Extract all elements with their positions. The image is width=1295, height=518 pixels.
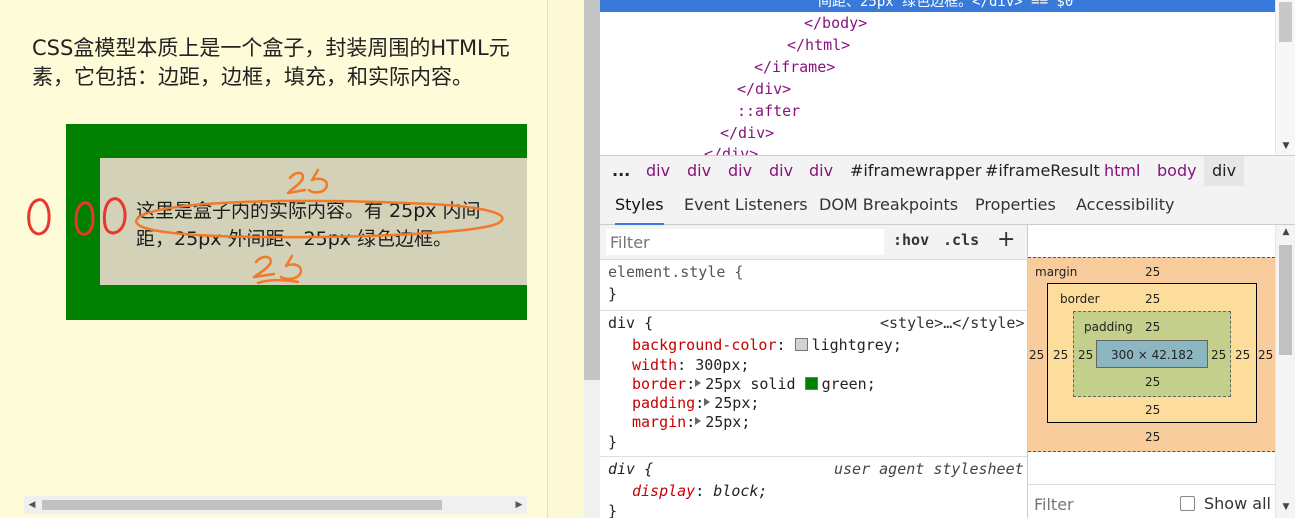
div-style-rule: div { <style>…</style> background-color:… bbox=[600, 311, 1027, 457]
box-content-text: 这里是盒子内的实际内容。有 25px 内间 距，25px 外间距、25px 绿色… bbox=[136, 200, 481, 250]
style-property[interactable]: width: 300px; bbox=[632, 356, 749, 375]
dom-node[interactable]: </html> bbox=[787, 34, 850, 56]
breadcrumb-item[interactable]: html bbox=[1096, 156, 1148, 186]
style-property: display: block; bbox=[632, 482, 768, 500]
devtools-panel: 间距、25px 绿色边框。</div> == $0 </body> </html… bbox=[600, 0, 1295, 518]
hover-state-toggle[interactable]: :hov bbox=[893, 231, 929, 249]
padding-label: padding bbox=[1084, 320, 1133, 334]
rule-source: user agent stylesheet bbox=[834, 460, 1024, 478]
breadcrumb-item[interactable]: body bbox=[1149, 156, 1205, 186]
padding-bottom-value[interactable]: 25 bbox=[1145, 375, 1160, 389]
scrollbar-thumb[interactable] bbox=[42, 500, 442, 510]
scroll-down-arrow-icon[interactable]: ▼ bbox=[1278, 141, 1294, 153]
page-gutter bbox=[548, 0, 584, 518]
breadcrumb-item[interactable]: div bbox=[801, 156, 841, 186]
expand-triangle-icon[interactable] bbox=[695, 379, 702, 387]
margin-bottom-value[interactable]: 25 bbox=[1145, 430, 1160, 444]
breadcrumb-item[interactable]: #iframewrapper bbox=[842, 156, 990, 186]
scroll-left-arrow-icon[interactable]: ◀ bbox=[24, 496, 40, 514]
content-size-value[interactable]: 300 × 42.182 bbox=[1111, 348, 1194, 362]
rule-close: } bbox=[608, 502, 618, 518]
show-all-label[interactable]: Show all bbox=[1204, 494, 1271, 513]
styles-filter-input[interactable] bbox=[606, 229, 884, 255]
rule-source-link[interactable]: <style>…</style> bbox=[880, 314, 1025, 333]
scrollbar-thumb[interactable] bbox=[1279, 245, 1292, 355]
dom-node[interactable]: ::after bbox=[737, 100, 800, 122]
scrollbar-thumb[interactable] bbox=[1279, 2, 1292, 42]
scrollbar-thumb[interactable] bbox=[584, 0, 600, 380]
preview-pane: CSS盒模型本质上是一个盒子，封装周围的HTML元素，它包括：边距，边框，填充，… bbox=[0, 0, 548, 518]
intro-paragraph: CSS盒模型本质上是一个盒子，封装周围的HTML元素，它包括：边距，边框，填充，… bbox=[32, 36, 510, 89]
rule-selector[interactable]: div { bbox=[608, 314, 653, 333]
border-left-value[interactable]: 25 bbox=[1053, 348, 1068, 362]
class-toggle[interactable]: .cls bbox=[943, 231, 979, 249]
dom-node[interactable]: </body> bbox=[804, 12, 867, 34]
border-label: border bbox=[1060, 292, 1100, 306]
breadcrumb-item[interactable]: div bbox=[761, 156, 801, 186]
styles-filter-bar: :hov .cls + bbox=[600, 225, 1027, 260]
breadcrumb-item[interactable]: div bbox=[679, 156, 719, 186]
rule-close: } bbox=[608, 285, 618, 303]
dom-selected-node[interactable]: 间距、25px 绿色边框。</div> == $0 bbox=[600, 0, 1275, 12]
style-property[interactable]: padding: 25px; bbox=[632, 394, 759, 413]
rule-selector: div { bbox=[608, 460, 654, 478]
rule-close: } bbox=[608, 433, 618, 451]
padding-top-value[interactable]: 25 bbox=[1145, 320, 1160, 334]
annotation-zero-1 bbox=[27, 198, 51, 236]
tab-styles[interactable]: Styles bbox=[615, 186, 664, 225]
margin-label: margin bbox=[1035, 265, 1078, 279]
border-right-value[interactable]: 25 bbox=[1235, 348, 1250, 362]
breadcrumb-item[interactable]: #iframeResult bbox=[977, 156, 1108, 186]
margin-right-value[interactable]: 25 bbox=[1258, 348, 1273, 362]
tab-accessibility[interactable]: Accessibility bbox=[1076, 186, 1174, 223]
breadcrumb-ellipsis[interactable]: ... bbox=[604, 156, 638, 186]
preview-horizontal-scrollbar[interactable]: ◀ ▶ bbox=[24, 496, 527, 514]
rule-selector[interactable]: element.style { bbox=[608, 263, 743, 282]
expand-triangle-icon[interactable] bbox=[695, 417, 702, 425]
styles-pane: :hov .cls + element.style { } div { <sty… bbox=[600, 225, 1028, 518]
style-property[interactable]: background-color: lightgrey; bbox=[632, 336, 902, 355]
breadcrumb: ... div div div div div #iframewrapper #… bbox=[600, 155, 1295, 187]
breadcrumb-item-active[interactable]: div bbox=[1204, 156, 1245, 186]
breadcrumb-item[interactable]: div bbox=[720, 156, 760, 186]
box-model-pane: margin 25 25 25 25 border 25 25 25 25 pa… bbox=[1028, 225, 1295, 518]
border-bottom-value[interactable]: 25 bbox=[1145, 403, 1160, 417]
style-property[interactable]: margin: 25px; bbox=[632, 413, 750, 432]
dom-node[interactable]: </div> bbox=[720, 122, 774, 144]
show-all-checkbox[interactable] bbox=[1180, 496, 1195, 511]
padding-right-value[interactable]: 25 bbox=[1211, 348, 1226, 362]
computed-filter-input[interactable]: Filter bbox=[1034, 495, 1074, 514]
tab-dom-breakpoints[interactable]: DOM Breakpoints bbox=[819, 186, 958, 223]
user-agent-rule: div { user agent stylesheet display: blo… bbox=[600, 457, 1027, 518]
dom-node[interactable]: </iframe> bbox=[754, 56, 835, 78]
styles-subtabs: Styles Event Listeners DOM Breakpoints P… bbox=[600, 186, 1295, 225]
scroll-down-arrow-icon[interactable]: ▼ bbox=[1278, 502, 1294, 512]
add-rule-icon[interactable]: + bbox=[997, 227, 1015, 252]
breadcrumb-item[interactable]: div bbox=[638, 156, 678, 186]
color-swatch-icon[interactable] bbox=[804, 377, 818, 390]
tab-properties[interactable]: Properties bbox=[975, 186, 1056, 223]
dom-node[interactable]: </div> bbox=[704, 143, 758, 155]
margin-left-value[interactable]: 25 bbox=[1029, 348, 1044, 362]
expand-triangle-icon[interactable] bbox=[704, 398, 711, 406]
padding-left-value[interactable]: 25 bbox=[1078, 348, 1093, 362]
border-top-value[interactable]: 25 bbox=[1145, 292, 1160, 306]
tab-event-listeners[interactable]: Event Listeners bbox=[684, 186, 808, 223]
dom-node[interactable]: </div> bbox=[737, 78, 791, 100]
style-property[interactable]: border: 25px solid green; bbox=[632, 375, 876, 394]
dom-tree-scrollbar[interactable]: ▼ bbox=[1275, 0, 1295, 155]
dom-tree: 间距、25px 绿色边框。</div> == $0 </body> </html… bbox=[600, 0, 1275, 155]
box-model-scrollbar[interactable]: ▲ ▼ bbox=[1275, 225, 1295, 518]
color-swatch-icon[interactable] bbox=[794, 338, 808, 351]
margin-top-value[interactable]: 25 bbox=[1145, 265, 1160, 279]
dom-selected-text: 间距、25px 绿色边框。</div> == $0 bbox=[818, 0, 1074, 10]
computed-filter-bar: Filter Show all bbox=[1028, 484, 1275, 518]
scroll-right-arrow-icon[interactable]: ▶ bbox=[511, 496, 527, 514]
page-vertical-scrollbar[interactable] bbox=[584, 0, 600, 518]
scroll-up-arrow-icon[interactable]: ▲ bbox=[1278, 227, 1294, 237]
element-style-rule: element.style { } bbox=[600, 260, 1027, 311]
